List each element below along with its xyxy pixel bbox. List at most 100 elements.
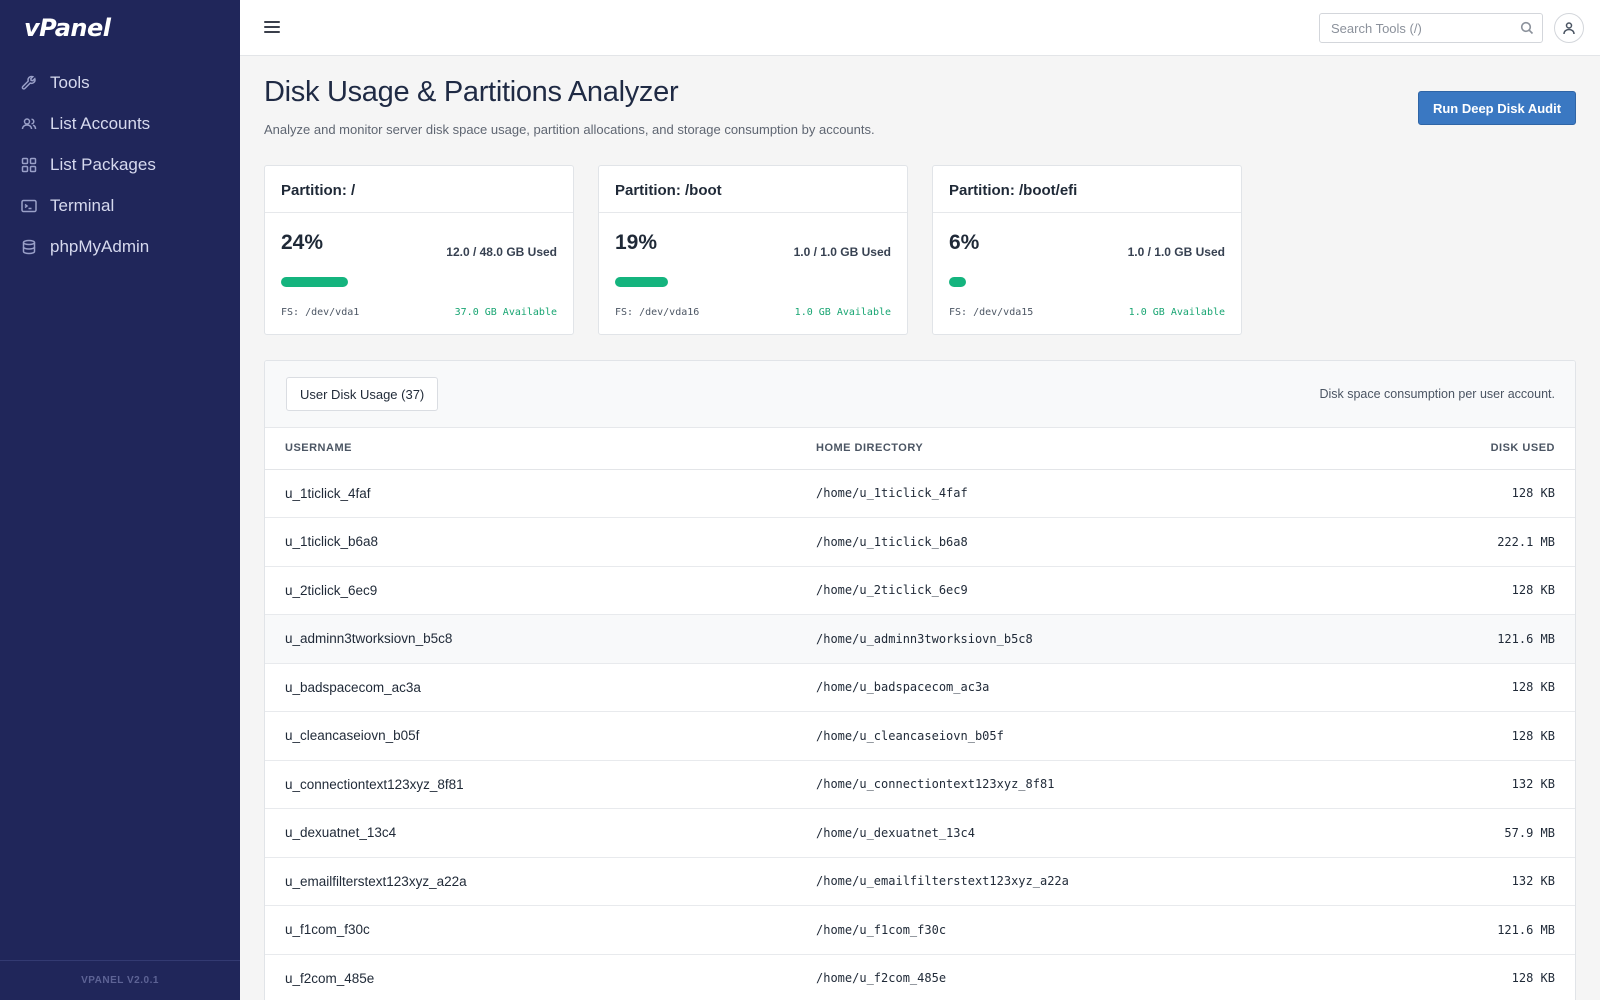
home-directory-cell: /home/u_connectiontext123xyz_8f81 [796,760,1356,809]
partition-percent: 6% [949,231,980,254]
user-avatar-button[interactable] [1554,13,1584,43]
hamburger-menu-icon[interactable] [264,18,284,38]
username-cell: u_connectiontext123xyz_8f81 [265,760,796,809]
version-label: VPANEL V2.0.1 [0,960,240,1000]
disk-used-cell: 132 KB [1356,857,1575,906]
wrench-icon [20,74,38,92]
usage-progress-bar [949,277,1227,287]
sidebar: vPanel Tools List Accounts List Packages… [0,0,240,1000]
username-cell: u_adminn3tworksiovn_b5c8 [265,614,796,664]
partition-card: Partition: /boot/efi 6% 1.0 / 1.0 GB Use… [932,165,1242,335]
usage-progress-fill [281,277,348,287]
username-cell: u_emailfilterstext123xyz_a22a [265,857,796,906]
username-cell: u_f1com_f30c [265,905,796,955]
disk-used-cell: 121.6 MB [1356,905,1575,955]
partition-available: 1.0 GB Available [794,307,891,318]
sidebar-nav: Tools List Accounts List Packages Termin… [0,62,240,267]
user-icon [1563,22,1575,35]
usage-progress-fill [949,277,966,287]
sidebar-item-phpmyadmin[interactable]: phpMyAdmin [0,226,240,267]
sidebar-item-tools[interactable]: Tools [0,62,240,103]
home-directory-cell: /home/u_adminn3tworksiovn_b5c8 [796,614,1356,664]
page-title: Disk Usage & Partitions Analyzer [264,76,679,108]
table-row[interactable]: u_dexuatnet_13c4/home/u_dexuatnet_13c4 57… [265,808,1575,858]
page-subtitle: Analyze and monitor server disk space us… [264,122,875,137]
home-directory-cell: /home/u_badspacecom_ac3a [796,663,1356,712]
sidebar-item-label: List Packages [50,154,156,174]
table-row[interactable]: u_1ticlick_b6a8/home/u_1ticlick_b6a8 222.… [265,517,1575,567]
sidebar-item-terminal[interactable]: Terminal [0,185,240,226]
disk-used-cell: 128 KB [1356,711,1575,761]
search-icon[interactable] [1520,21,1534,35]
home-directory-cell: /home/u_2ticlick_6ec9 [796,566,1356,615]
column-header-disk-used[interactable]: DISK USED [1356,428,1575,470]
table-row[interactable]: u_connectiontext123xyz_8f81/home/u_conne… [265,760,1575,809]
partition-percent: 24% [281,231,324,254]
column-header-home-directory[interactable]: HOME DIRECTORY [796,428,1356,470]
home-directory-cell: /home/u_1ticlick_b6a8 [796,517,1356,567]
disk-used-cell: 121.6 MB [1356,614,1575,664]
disk-used-cell: 128 KB [1356,469,1575,518]
tab-user-disk-usage[interactable]: User Disk Usage (37) [286,377,439,411]
home-directory-cell: /home/u_f1com_f30c [796,905,1356,955]
partition-used: 12.0 / 48.0 GB Used [446,245,557,259]
search-input[interactable] [1320,14,1516,42]
home-directory-cell: /home/u_dexuatnet_13c4 [796,808,1356,858]
sidebar-item-label: Terminal [50,195,115,215]
partition-title: Partition: / [265,166,573,213]
username-cell: u_badspacecom_ac3a [265,663,796,712]
users-icon [20,115,38,133]
disk-used-cell: 128 KB [1356,954,1575,1000]
partition-card: Partition: / 24% 12.0 / 48.0 GB Used FS:… [264,165,574,335]
table-header-row: USERNAME HOME DIRECTORY DISK USED [265,428,1575,470]
partition-title: Partition: /boot [599,166,907,213]
partition-used: 1.0 / 1.0 GB Used [1127,245,1225,259]
sidebar-item-label: phpMyAdmin [50,236,150,256]
vpanel-logo[interactable]: vPanel [24,14,111,42]
usage-progress-fill [615,277,668,287]
sidebar-item-label: Tools [50,72,90,92]
disk-used-cell: 57.9 MB [1356,808,1575,858]
table-row[interactable]: u_1ticlick_4faf/home/u_1ticlick_4faf 128 … [265,469,1575,518]
search-box [1319,13,1543,43]
partition-used: 1.0 / 1.0 GB Used [793,245,891,259]
home-directory-cell: /home/u_f2com_485e [796,954,1356,1000]
grid-icon [20,156,38,174]
partition-title: Partition: /boot/efi [933,166,1241,213]
sidebar-item-list-packages[interactable]: List Packages [0,144,240,185]
partition-filesystem: FS: /dev/vda15 [949,307,1034,318]
table-row[interactable]: u_badspacecom_ac3a/home/u_badspacecom_ac… [265,663,1575,712]
partition-available: 1.0 GB Available [1128,307,1225,318]
disk-used-cell: 128 KB [1356,663,1575,712]
home-directory-cell: /home/u_emailfilterstext123xyz_a22a [796,857,1356,906]
username-cell: u_f2com_485e [265,954,796,1000]
sidebar-item-list-accounts[interactable]: List Accounts [0,103,240,144]
panel-header: User Disk Usage (37) Disk space consumpt… [265,361,1575,428]
partition-filesystem: FS: /dev/vda16 [615,307,700,318]
table-row[interactable]: u_emailfilterstext123xyz_a22a/home/u_ema… [265,857,1575,906]
partition-card: Partition: /boot 19% 1.0 / 1.0 GB Used F… [598,165,908,335]
user-disk-usage-table: USERNAME HOME DIRECTORY DISK USED u_1tic… [265,428,1575,1000]
table-row[interactable]: u_f1com_f30c/home/u_f1com_f30c 121.6 MB [265,905,1575,955]
username-cell: u_1ticlick_4faf [265,469,796,518]
table-row[interactable]: u_adminn3tworksiovn_b5c8/home/u_adminn3t… [265,614,1575,664]
panel-description: Disk space consumption per user account. [1319,387,1555,401]
table-row[interactable]: u_f2com_485e/home/u_f2com_485e 128 KB [265,954,1575,1000]
disk-used-cell: 222.1 MB [1356,517,1575,567]
disk-used-cell: 128 KB [1356,566,1575,615]
table-row[interactable]: u_2ticlick_6ec9/home/u_2ticlick_6ec9 128 … [265,566,1575,615]
partition-available: 37.0 GB Available [454,307,557,318]
database-icon [20,238,38,256]
username-cell: u_1ticlick_b6a8 [265,517,796,567]
sidebar-item-label: List Accounts [50,113,151,133]
username-cell: u_2ticlick_6ec9 [265,566,796,615]
user-disk-usage-panel: User Disk Usage (37) Disk space consumpt… [264,360,1576,1000]
column-header-username[interactable]: USERNAME [265,428,796,470]
table-row[interactable]: u_cleancaseiovn_b05f/home/u_cleancaseiov… [265,711,1575,761]
topbar [240,0,1600,56]
home-directory-cell: /home/u_1ticlick_4faf [796,469,1356,518]
disk-used-cell: 132 KB [1356,760,1575,809]
usage-progress-bar [281,277,559,287]
table-body: u_1ticlick_4faf/home/u_1ticlick_4faf 128 … [265,469,1575,1000]
run-deep-disk-audit-button[interactable]: Run Deep Disk Audit [1418,91,1576,125]
